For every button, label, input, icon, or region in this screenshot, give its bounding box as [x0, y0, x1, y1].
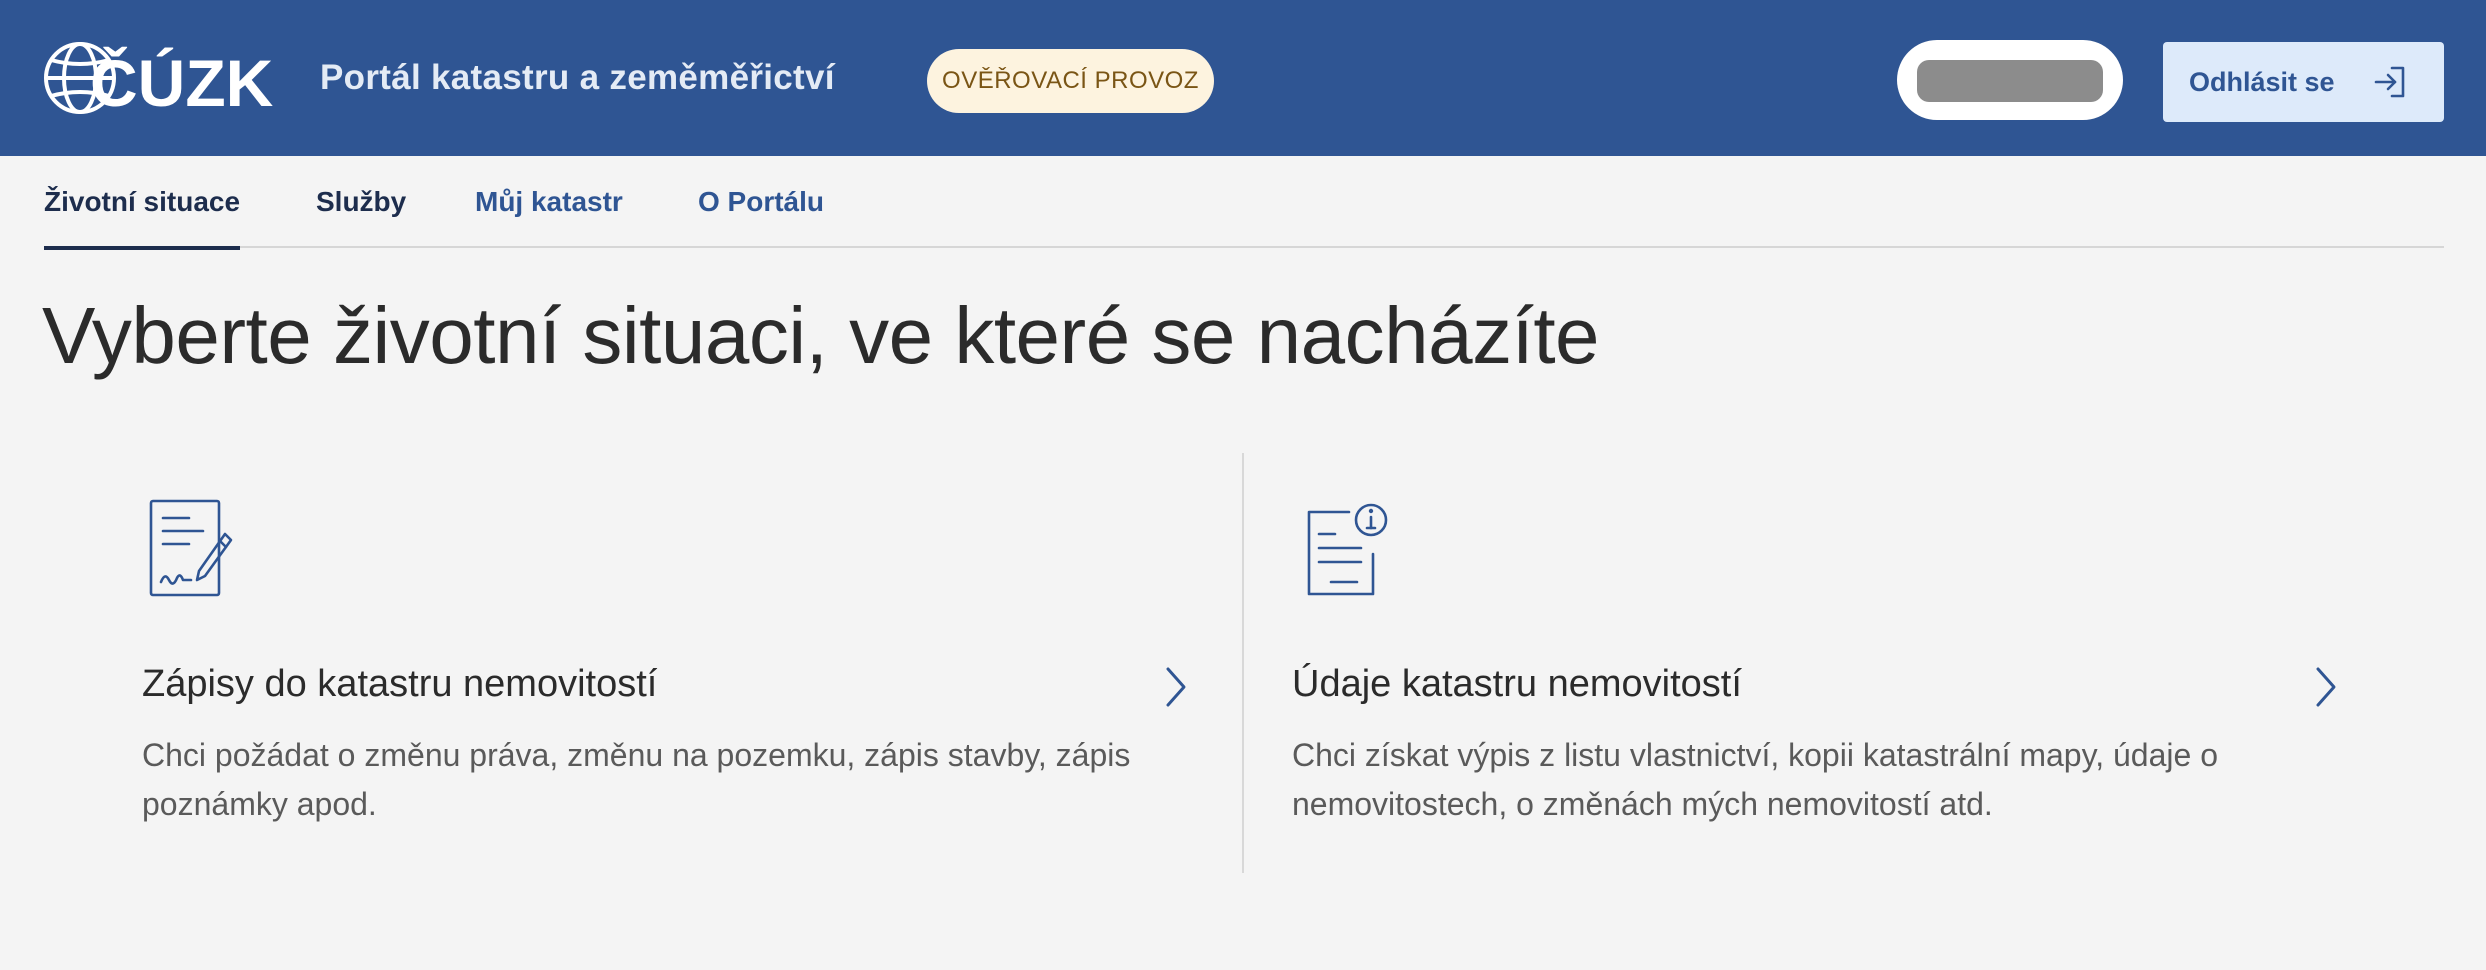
card-title: Zápisy do katastru nemovitostí	[142, 663, 658, 705]
card-description: Chci požádat o změnu práva, změnu na poz…	[142, 731, 1222, 829]
card-title: Údaje katastru nemovitostí	[1292, 663, 1742, 705]
logout-button[interactable]: Odhlásit se	[2163, 42, 2444, 122]
logo-text: ČÚZK	[90, 46, 274, 118]
redacted-username	[1917, 60, 2103, 102]
tab-sluzby[interactable]: Služby	[316, 156, 406, 248]
document-sign-icon	[149, 499, 233, 597]
card-description: Chci získat výpis z listu vlastnictví, k…	[1292, 731, 2372, 829]
tab-o-portalu[interactable]: O Portálu	[698, 156, 824, 248]
document-info-icon	[1307, 503, 1388, 596]
card-zapisy[interactable]: Zápisy do katastru nemovitostí Chci požá…	[100, 453, 1200, 873]
user-account-pill[interactable]	[1897, 40, 2123, 120]
tab-muj-katastr[interactable]: Můj katastr	[475, 156, 623, 248]
portal-title: Portál katastru a zeměměřictví	[320, 58, 835, 97]
top-header: ČÚZK Portál katastru a zeměměřictví OVĚŘ…	[0, 0, 2486, 156]
tab-zivotni-situace[interactable]: Životní situace	[44, 156, 241, 250]
environment-badge: OVĚŘOVACÍ PROVOZ	[927, 49, 1214, 113]
chevron-right-icon	[2316, 667, 2336, 707]
card-description-line: poznámky apod.	[142, 786, 377, 822]
card-description-line: Chci požádat o změnu práva, změnu na poz…	[142, 737, 1131, 773]
card-udaje[interactable]: Údaje katastru nemovitostí Chci získat v…	[1252, 453, 2352, 873]
main-tabs: Životní situace Služby Můj katastr O Por…	[44, 156, 2444, 250]
card-divider	[1242, 453, 1244, 873]
logout-label: Odhlásit se	[2189, 66, 2335, 97]
card-description-line: nemovitostech, o změnách mých nemovitost…	[1292, 786, 1993, 822]
cuzk-logo[interactable]: ČÚZK	[42, 38, 287, 118]
chevron-right-icon	[1166, 667, 1186, 707]
card-description-line: Chci získat výpis z listu vlastnictví, k…	[1292, 737, 2218, 773]
logout-icon	[2374, 66, 2405, 98]
page-title: Vyberte životní situaci, ve které se nac…	[42, 291, 1600, 380]
